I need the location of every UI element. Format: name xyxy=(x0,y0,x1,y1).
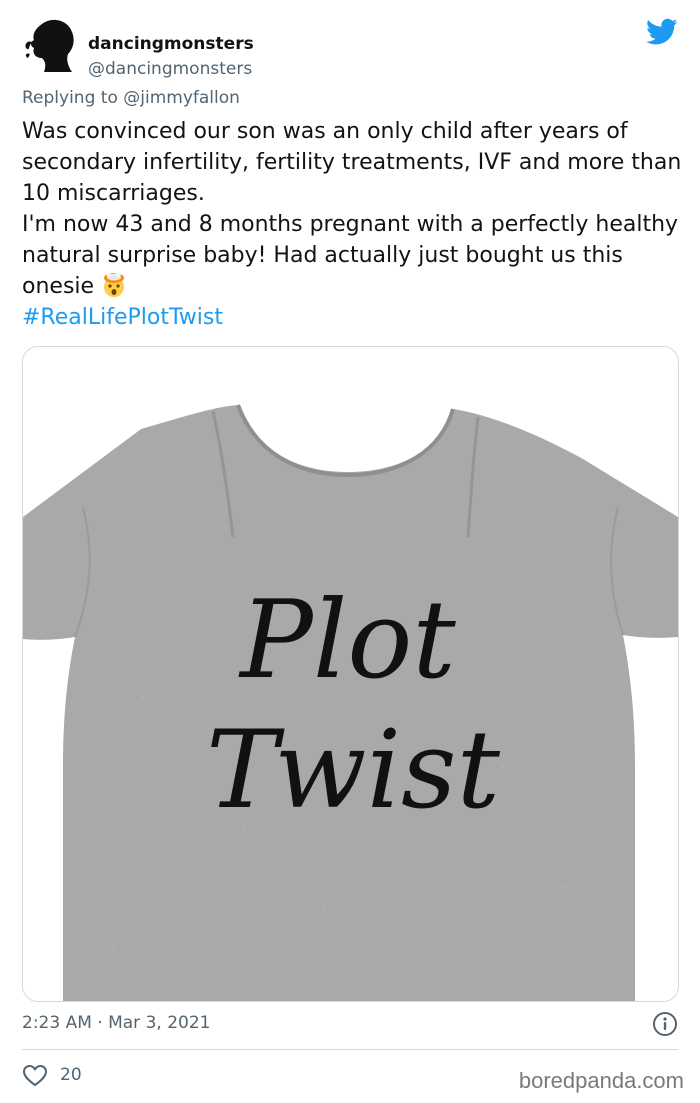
avatar[interactable] xyxy=(22,14,78,74)
reply-mention-link[interactable]: @jimmyfallon xyxy=(123,88,240,108)
like-count: 20 xyxy=(60,1065,82,1085)
tweet-paragraph-2: I'm now 43 and 8 months pregnant with a … xyxy=(22,209,682,302)
hashtag-link[interactable]: #RealLifePlotTwist xyxy=(22,302,682,333)
watermark: boredpanda.com xyxy=(518,1068,684,1093)
info-icon[interactable] xyxy=(652,1011,678,1037)
onesie-text-twist: Twist xyxy=(206,708,501,833)
tweet-timestamp[interactable]: 2:23 AM · Mar 3, 2021 xyxy=(22,1013,210,1033)
silhouette-avatar-icon xyxy=(23,17,77,72)
onesie-image: Plot Twist xyxy=(23,347,678,1001)
heart-icon[interactable] xyxy=(22,1064,48,1088)
tweet-text: Was convinced our son was an only child … xyxy=(22,116,682,333)
tweet-paragraph-1: Was convinced our son was an only child … xyxy=(22,119,682,206)
tweet-header: dancingmonsters @dancingmonsters xyxy=(22,14,682,79)
tweet-media-image[interactable]: Plot Twist xyxy=(22,346,679,1002)
author-handle[interactable]: @dancingmonsters xyxy=(88,59,252,79)
onesie-text-plot: Plot xyxy=(238,578,456,703)
divider xyxy=(22,1049,678,1050)
replying-to-prefix: Replying to xyxy=(22,88,124,108)
exploding-head-emoji-icon xyxy=(101,272,127,298)
replying-to: Replying to @jimmyfallon xyxy=(22,88,240,108)
twitter-bird-icon[interactable] xyxy=(646,18,678,46)
author-display-name[interactable]: dancingmonsters xyxy=(88,34,254,54)
